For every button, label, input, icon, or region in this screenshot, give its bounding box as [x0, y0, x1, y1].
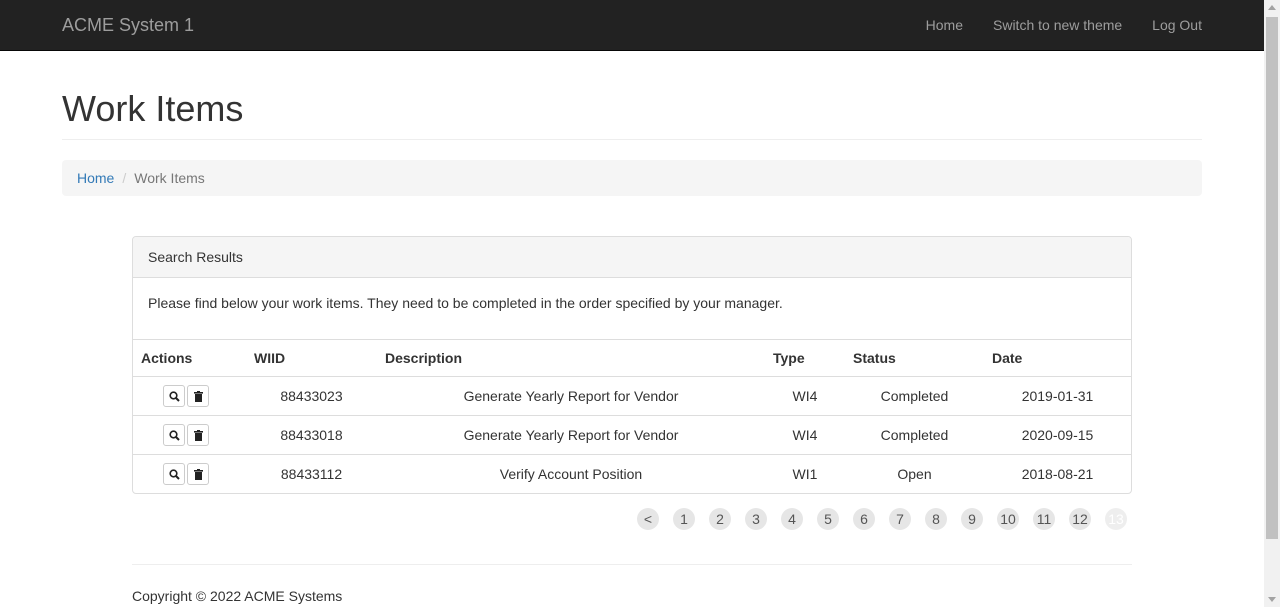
- footer-divider: [132, 564, 1132, 565]
- table-header-row: Actions WIID Description Type Status Dat…: [133, 339, 1131, 377]
- pagination-page-10[interactable]: 10: [997, 508, 1019, 530]
- table-row: 88433112 Verify Account Position WI1 Ope…: [133, 455, 1131, 494]
- footer-copyright: Copyright © 2022 ACME Systems: [132, 588, 343, 604]
- row-wiid: 88433023: [246, 376, 377, 416]
- pagination-page-9[interactable]: 9: [961, 508, 983, 530]
- delete-button[interactable]: [187, 463, 209, 486]
- nav-switch-theme-link[interactable]: Switch to new theme: [993, 15, 1122, 35]
- row-date: 2019-01-31: [984, 376, 1131, 416]
- breadcrumb-home-link[interactable]: Home: [77, 170, 114, 186]
- row-wiid: 88433018: [246, 415, 377, 455]
- scroll-up-arrow-icon[interactable]: [1268, 5, 1276, 10]
- pagination-page-4[interactable]: 4: [781, 508, 803, 530]
- row-description: Generate Yearly Report for Vendor: [377, 376, 765, 416]
- breadcrumb: Home / Work Items: [62, 160, 1202, 196]
- pagination-page-5[interactable]: 5: [817, 508, 839, 530]
- header-status: Status: [845, 339, 984, 377]
- pagination: < 1 2 3 4 5 6 7 8 9 10 11 12 13: [637, 508, 1141, 530]
- header-actions: Actions: [133, 339, 246, 377]
- header-date: Date: [984, 339, 1131, 377]
- row-status: Completed: [845, 376, 984, 416]
- breadcrumb-current: Work Items: [134, 170, 205, 186]
- row-type: WI4: [765, 376, 845, 416]
- scroll-down-arrow-icon[interactable]: [1268, 597, 1276, 602]
- search-icon: [169, 430, 180, 441]
- row-date: 2020-09-15: [984, 415, 1131, 455]
- page-scrollbar[interactable]: [1264, 0, 1280, 607]
- pagination-page-12[interactable]: 12: [1069, 508, 1091, 530]
- search-icon: [169, 469, 180, 480]
- delete-button[interactable]: [187, 424, 209, 446]
- brand-logo[interactable]: ACME System 1: [62, 15, 194, 35]
- row-actions: [133, 455, 246, 494]
- pagination-page-11[interactable]: 11: [1033, 508, 1055, 530]
- panel-heading: Search Results: [133, 237, 1131, 278]
- trash-icon: [194, 430, 203, 441]
- table-row: 88433023 Generate Yearly Report for Vend…: [133, 376, 1131, 416]
- row-wiid: 88433112: [280, 466, 343, 483]
- panel-description: Please find below your work items. They …: [148, 295, 783, 311]
- delete-button[interactable]: [187, 385, 209, 407]
- header-type: Type: [765, 339, 845, 377]
- nav-home-link[interactable]: Home: [926, 15, 963, 35]
- pagination-page-1[interactable]: 1: [673, 508, 695, 530]
- row-actions: [133, 415, 246, 455]
- row-date: 2018-08-21: [1021, 466, 1094, 483]
- row-actions: [133, 376, 246, 416]
- row-description: Verify Account Position: [499, 466, 643, 483]
- row-type: WI4: [765, 415, 845, 455]
- row-status: Open: [897, 466, 932, 483]
- search-results-panel: Search Results Please find below your wo…: [132, 236, 1132, 494]
- pagination-page-7[interactable]: 7: [889, 508, 911, 530]
- scrollbar-thumb[interactable]: [1266, 17, 1278, 539]
- nav-links: Home Switch to new theme Log Out: [896, 0, 1202, 50]
- header-wiid: WIID: [246, 339, 377, 377]
- row-type: WI1: [792, 466, 818, 483]
- view-button[interactable]: [163, 385, 185, 407]
- nav-logout-link[interactable]: Log Out: [1152, 15, 1202, 35]
- pagination-page-6[interactable]: 6: [853, 508, 875, 530]
- trash-icon: [194, 391, 203, 402]
- trash-icon: [194, 469, 203, 481]
- page-title: Work Items: [62, 88, 244, 129]
- pagination-page-8[interactable]: 8: [925, 508, 947, 530]
- breadcrumb-separator: /: [122, 170, 127, 186]
- pagination-page-2[interactable]: 2: [709, 508, 731, 530]
- pagination-page-13-current: 13: [1105, 508, 1127, 530]
- view-button[interactable]: [163, 424, 185, 446]
- pagination-page-3[interactable]: 3: [745, 508, 767, 530]
- row-description: Generate Yearly Report for Vendor: [377, 415, 765, 455]
- search-icon: [169, 391, 180, 402]
- table-row: 88433018 Generate Yearly Report for Vend…: [133, 415, 1131, 455]
- top-navbar: ACME System 1 Home Switch to new theme L…: [0, 0, 1264, 51]
- pagination-prev-button[interactable]: <: [637, 508, 659, 530]
- work-items-table: Actions WIID Description Type Status Dat…: [133, 339, 1131, 494]
- header-description: Description: [377, 339, 765, 377]
- row-status: Completed: [845, 415, 984, 455]
- title-divider: [62, 139, 1202, 140]
- view-button[interactable]: [163, 463, 185, 486]
